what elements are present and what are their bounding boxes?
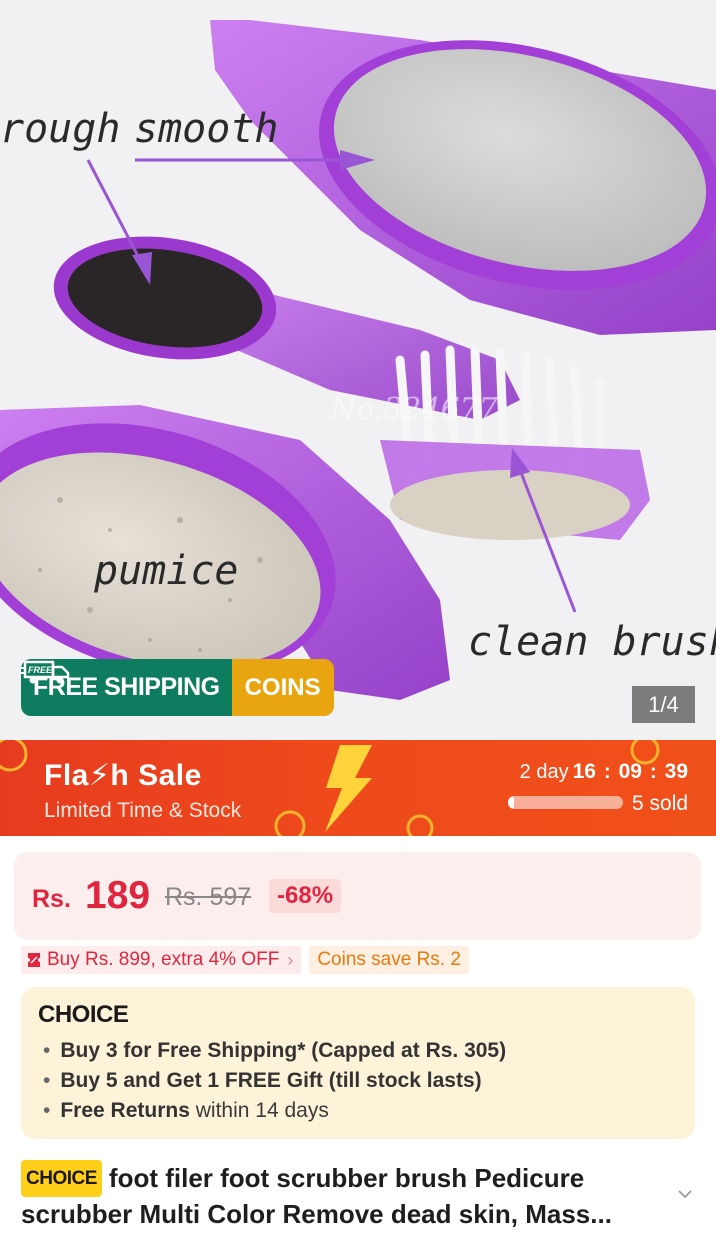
lightning-icon (325, 745, 372, 832)
free-shipping-coins-badge: FREE FREE SHIPPING COINS (21, 659, 334, 716)
countdown-seconds: 39 (664, 760, 688, 783)
sold-progress-fill (508, 796, 514, 809)
flash-sale-title: Fla⚡h Sale (44, 759, 202, 792)
price-currency: Rs. (32, 885, 71, 913)
current-price: 189 (85, 874, 151, 917)
countdown-hours: 16 (572, 760, 596, 783)
coins-label: COINS (231, 659, 334, 716)
label-smooth: smooth (134, 106, 279, 152)
benefit-item: • Free Returns within 14 days (43, 1099, 329, 1122)
promotions-row: Buy Rs. 899, extra 4% OFF › Coins save R… (21, 946, 469, 974)
flash-sale-subtitle: Limited Time & Stock (44, 799, 242, 822)
flash-sale-banner: Fla⚡h Sale Limited Time & Stock 2 day 16… (0, 740, 716, 836)
choice-logo: CHOICE (38, 1001, 129, 1028)
countdown-days: 2 day (519, 760, 569, 783)
product-title[interactable]: CHOICE foot filer foot scrubber brush Ped… (21, 1160, 661, 1232)
choice-benefits-card[interactable]: CHOICE • Buy 3 for Free Shipping* (Capped… (21, 987, 695, 1139)
benefit-item: • Buy 3 for Free Shipping* (Capped at Rs.… (43, 1039, 507, 1062)
label-clean-brush: clean brush (468, 619, 716, 665)
chevron-down-icon[interactable] (676, 1185, 694, 1203)
chevron-right-icon: › (287, 949, 294, 970)
image-watermark: No.324677 (330, 392, 498, 427)
coupon-icon (28, 953, 40, 967)
discount-badge: -68% (269, 879, 342, 913)
svg-text:FREE: FREE (28, 665, 53, 675)
coins-save-chip: Coins save Rs. 2 (309, 946, 469, 974)
product-image-gallery[interactable]: rough smooth pumice clean brush No.32467… (0, 0, 716, 740)
original-price: Rs. 597 (165, 883, 252, 911)
price-card: Rs. 189 Rs. 597 -68% (14, 852, 701, 940)
buy-offer-text: Buy Rs. 899, extra 4% OFF (47, 949, 280, 970)
countdown-minutes: 09 (618, 760, 642, 783)
label-rough: rough (0, 106, 121, 152)
sold-progress-bar (508, 796, 623, 809)
choice-tag: CHOICE (21, 1160, 102, 1197)
benefit-item: • Buy 5 and Get 1 FREE Gift (till stock l… (43, 1069, 482, 1092)
choice-benefits-list: • Buy 3 for Free Shipping* (Capped at Rs.… (43, 1036, 506, 1126)
label-pumice: pumice (94, 548, 239, 594)
image-counter: 1/4 (632, 686, 695, 723)
product-title-line-2: scrubber Multi Color Remove dead skin, M… (21, 1199, 612, 1229)
free-truck-icon: FREE (21, 660, 70, 684)
product-title-line-1: CHOICE foot filer foot scrubber brush Ped… (21, 1160, 661, 1197)
store-coupon-chip[interactable]: Buy Rs. 899, extra 4% OFF › (21, 946, 302, 974)
flash-countdown: 2 day 16 : 09 : 39 (519, 760, 688, 783)
free-shipping-section: FREE FREE SHIPPING (21, 659, 232, 716)
sold-count: 5 sold (632, 792, 689, 815)
